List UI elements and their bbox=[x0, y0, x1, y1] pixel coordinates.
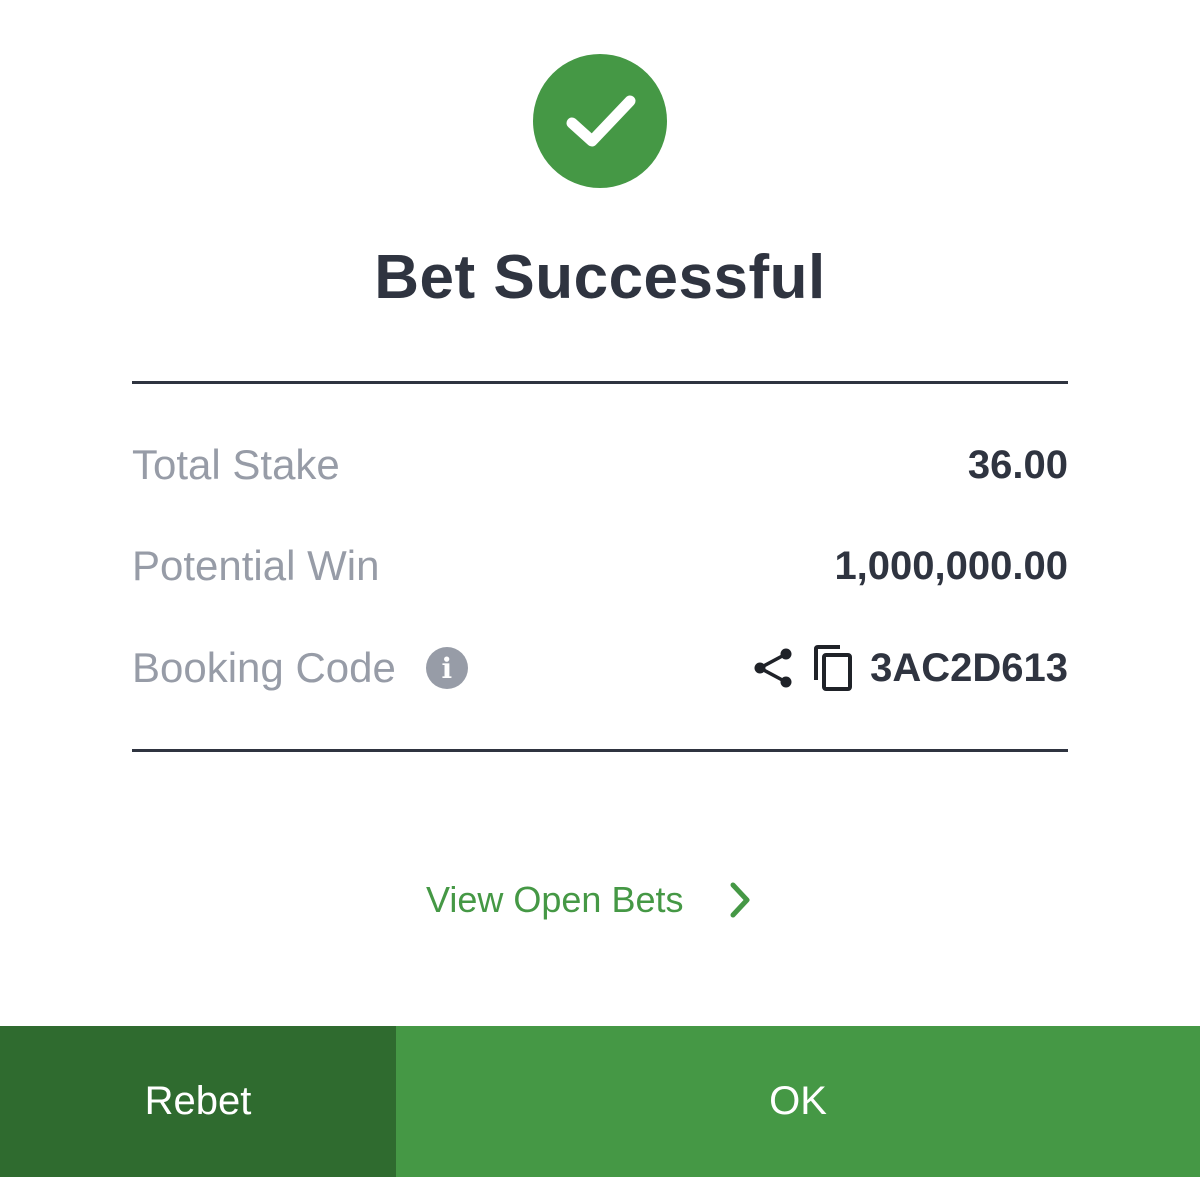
divider-bottom bbox=[132, 749, 1068, 752]
view-open-bets-link[interactable]: View Open Bets bbox=[426, 870, 753, 930]
total-stake-row: Total Stake 36.00 bbox=[132, 435, 1068, 495]
ok-button[interactable]: OK bbox=[396, 1026, 1200, 1177]
copy-icon[interactable] bbox=[812, 644, 854, 692]
booking-code-label-group: Booking Code i bbox=[132, 644, 468, 692]
total-stake-label: Total Stake bbox=[132, 441, 340, 488]
potential-win-row: Potential Win 1,000,000.00 bbox=[132, 536, 1068, 596]
potential-win-label: Potential Win bbox=[132, 542, 380, 589]
info-icon[interactable]: i bbox=[425, 647, 468, 689]
booking-code-value-group: 3AC2D613 bbox=[752, 644, 1068, 692]
booking-code-label: Booking Code bbox=[132, 644, 396, 691]
page-title: Bet Successful bbox=[374, 243, 826, 312]
booking-code-row: Booking Code i 3AC2D613 bbox=[132, 638, 1068, 698]
view-open-bets-label: View Open Bets bbox=[426, 879, 684, 920]
checkmark-circle-icon bbox=[533, 54, 667, 188]
potential-win-value: 1,000,000.00 bbox=[834, 543, 1068, 588]
total-stake-value: 36.00 bbox=[967, 442, 1068, 487]
chevron-right-icon bbox=[727, 880, 753, 920]
rebet-button[interactable]: Rebet bbox=[0, 1026, 396, 1177]
bet-success-dialog: Bet Successful Total Stake 36.00 Potenti… bbox=[0, 0, 1200, 1177]
booking-code-value: 3AC2D613 bbox=[870, 645, 1068, 690]
divider-top bbox=[132, 381, 1068, 384]
share-icon[interactable] bbox=[752, 646, 796, 690]
